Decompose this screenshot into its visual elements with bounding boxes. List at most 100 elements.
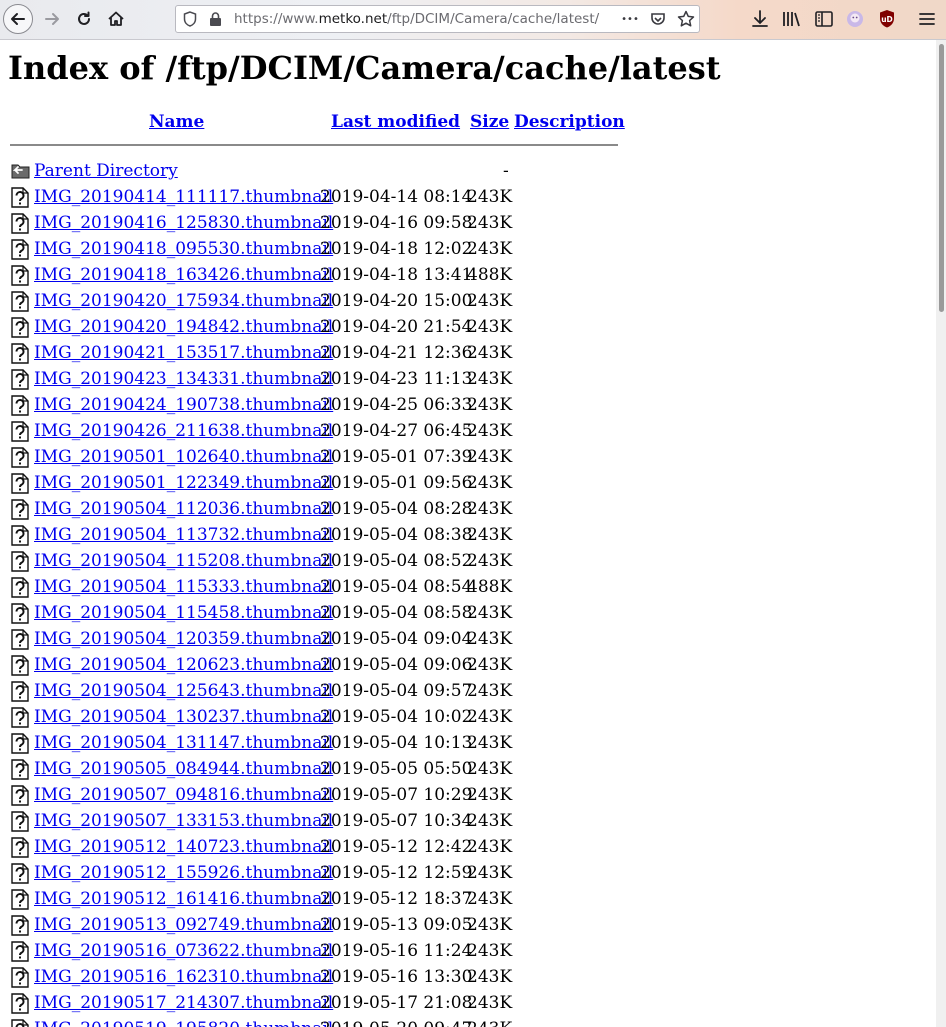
- file-link[interactable]: IMG_20190504_120359.thumbnail: [34, 626, 333, 652]
- file-modified-date: 2019-05-04 10:02: [320, 707, 473, 727]
- lock-icon[interactable]: [207, 11, 223, 27]
- file-link[interactable]: IMG_20190421_153517.thumbnail: [34, 340, 333, 366]
- url-text[interactable]: https://www.metko.net/ftp/DCIM/Camera/ca…: [234, 11, 599, 27]
- address-bar[interactable]: https://www.metko.net/ftp/DCIM/Camera/ca…: [175, 5, 700, 33]
- sort-by-description-link[interactable]: Description: [514, 110, 625, 134]
- file-modified-date: 2019-05-07 10:34: [320, 811, 473, 831]
- file-link[interactable]: IMG_20190420_194842.thumbnail: [34, 314, 333, 340]
- browser-toolbar: https://www.metko.net/ftp/DCIM/Camera/ca…: [0, 0, 946, 40]
- sort-by-name-link[interactable]: Name: [149, 110, 204, 134]
- scrollbar-thumb[interactable]: [939, 44, 944, 312]
- unknown-file-icon: [10, 213, 30, 234]
- file-link[interactable]: IMG_20190512_140723.thumbnail: [34, 834, 333, 860]
- unknown-file-icon: [10, 239, 30, 260]
- file-link[interactable]: IMG_20190424_190738.thumbnail: [34, 392, 333, 418]
- url-prefix: https://www.: [234, 11, 319, 27]
- file-link[interactable]: IMG_20190516_073622.thumbnail: [34, 938, 333, 964]
- file-link[interactable]: IMG_20190504_115458.thumbnail: [34, 600, 333, 626]
- file-link[interactable]: IMG_20190501_102640.thumbnail: [34, 444, 333, 470]
- file-modified-date: 2019-05-16 11:24: [320, 941, 473, 961]
- file-modified-date: 2019-04-14 08:14: [320, 187, 473, 207]
- back-button[interactable]: [3, 4, 33, 34]
- file-link[interactable]: IMG_20190504_113732.thumbnail: [34, 522, 333, 548]
- file-size: 243K: [467, 369, 513, 389]
- file-modified-date: 2019-05-12 12:59: [320, 863, 473, 883]
- file-size: 243K: [467, 551, 513, 571]
- file-row: IMG_20190418_095530.thumbnail 2019-04-18 …: [10, 236, 610, 262]
- file-link[interactable]: IMG_20190416_125830.thumbnail: [34, 210, 333, 236]
- file-row: IMG_20190504_131147.thumbnail 2019-05-04 …: [10, 730, 610, 756]
- file-row: IMG_20190416_125830.thumbnail 2019-04-16 …: [10, 210, 610, 236]
- page-actions-more-icon[interactable]: •••: [619, 9, 641, 29]
- file-link[interactable]: IMG_20190501_122349.thumbnail: [34, 470, 333, 496]
- header-divider: [10, 144, 618, 146]
- file-modified-date: 2019-04-21 12:36: [320, 343, 473, 363]
- library-icon[interactable]: [779, 8, 803, 30]
- file-link[interactable]: IMG_20190504_120623.thumbnail: [34, 652, 333, 678]
- unknown-file-icon: [10, 499, 30, 520]
- parent-directory-link[interactable]: Parent Directory: [34, 158, 178, 184]
- file-size: 243K: [467, 837, 513, 857]
- unknown-file-icon: [10, 265, 30, 286]
- file-row: IMG_20190505_084944.thumbnail 2019-05-05 …: [10, 756, 610, 782]
- file-size: 243K: [467, 889, 513, 909]
- file-row: IMG_20190516_073622.thumbnail 2019-05-16 …: [10, 938, 610, 964]
- file-link[interactable]: IMG_20190512_155926.thumbnail: [34, 860, 333, 886]
- extension-avatar-icon[interactable]: [843, 8, 867, 30]
- file-size: 243K: [467, 915, 513, 935]
- file-size: 243K: [467, 681, 513, 701]
- file-link[interactable]: IMG_20190516_162310.thumbnail: [34, 964, 333, 990]
- page-title: Index of /ftp/DCIM/Camera/cache/latest: [8, 49, 721, 87]
- forward-arrow-icon: [45, 13, 59, 25]
- file-row: IMG_20190516_162310.thumbnail 2019-05-16 …: [10, 964, 610, 990]
- unknown-file-icon: [10, 447, 30, 468]
- sort-by-size-link[interactable]: Size: [470, 110, 509, 134]
- pocket-icon[interactable]: [649, 10, 667, 28]
- hamburger-menu-icon[interactable]: [914, 8, 940, 30]
- file-link[interactable]: IMG_20190504_130237.thumbnail: [34, 704, 333, 730]
- home-icon: [108, 11, 124, 26]
- ublock-origin-icon[interactable]: uD: [876, 8, 898, 30]
- file-row: IMG_20190504_115208.thumbnail 2019-05-04 …: [10, 548, 610, 574]
- file-link[interactable]: IMG_20190504_125643.thumbnail: [34, 678, 333, 704]
- reload-button[interactable]: [69, 4, 99, 34]
- home-button[interactable]: [101, 4, 131, 34]
- file-row: IMG_20190504_112036.thumbnail 2019-05-04 …: [10, 496, 610, 522]
- file-link[interactable]: IMG_20190426_211638.thumbnail: [34, 418, 333, 444]
- unknown-file-icon: [10, 525, 30, 546]
- forward-button[interactable]: [37, 4, 67, 34]
- file-link[interactable]: IMG_20190504_112036.thumbnail: [34, 496, 333, 522]
- url-host: metko.net: [318, 11, 388, 27]
- file-link[interactable]: IMG_20190418_163426.thumbnail: [34, 262, 333, 288]
- file-link[interactable]: IMG_20190519_195820.thumbnail: [34, 1016, 333, 1027]
- file-modified-date: 2019-04-20 21:54: [320, 317, 473, 337]
- sidebar-icon[interactable]: [812, 8, 836, 30]
- file-modified-date: 2019-04-23 11:13: [320, 369, 473, 389]
- file-link[interactable]: IMG_20190504_115333.thumbnail: [34, 574, 333, 600]
- vertical-scrollbar[interactable]: [936, 40, 946, 1027]
- file-link[interactable]: IMG_20190505_084944.thumbnail: [34, 756, 333, 782]
- file-link[interactable]: IMG_20190512_161416.thumbnail: [34, 886, 333, 912]
- file-link[interactable]: IMG_20190517_214307.thumbnail: [34, 990, 333, 1016]
- file-link[interactable]: IMG_20190420_175934.thumbnail: [34, 288, 333, 314]
- bookmark-star-icon[interactable]: [676, 9, 696, 29]
- tracking-shield-icon[interactable]: [182, 11, 198, 27]
- sort-by-last-modified-link[interactable]: Last modified: [331, 110, 460, 134]
- file-size: 243K: [467, 941, 513, 961]
- file-row: IMG_20190426_211638.thumbnail 2019-04-27 …: [10, 418, 610, 444]
- file-link[interactable]: IMG_20190504_115208.thumbnail: [34, 548, 333, 574]
- file-size: 243K: [467, 343, 513, 363]
- file-link[interactable]: IMG_20190418_095530.thumbnail: [34, 236, 333, 262]
- file-link[interactable]: IMG_20190513_092749.thumbnail: [34, 912, 333, 938]
- file-row: IMG_20190424_190738.thumbnail 2019-04-25 …: [10, 392, 610, 418]
- file-link[interactable]: IMG_20190507_133153.thumbnail: [34, 808, 333, 834]
- unknown-file-icon: [10, 941, 30, 962]
- downloads-icon[interactable]: [748, 8, 772, 30]
- file-modified-date: 2019-05-17 21:08: [320, 993, 473, 1013]
- file-row: IMG_20190504_120623.thumbnail 2019-05-04 …: [10, 652, 610, 678]
- file-link[interactable]: IMG_20190414_111117.thumbnail: [34, 184, 333, 210]
- file-link[interactable]: IMG_20190504_131147.thumbnail: [34, 730, 333, 756]
- file-link[interactable]: IMG_20190423_134331.thumbnail: [34, 366, 333, 392]
- file-link[interactable]: IMG_20190507_094816.thumbnail: [34, 782, 333, 808]
- unknown-file-icon: [10, 707, 30, 728]
